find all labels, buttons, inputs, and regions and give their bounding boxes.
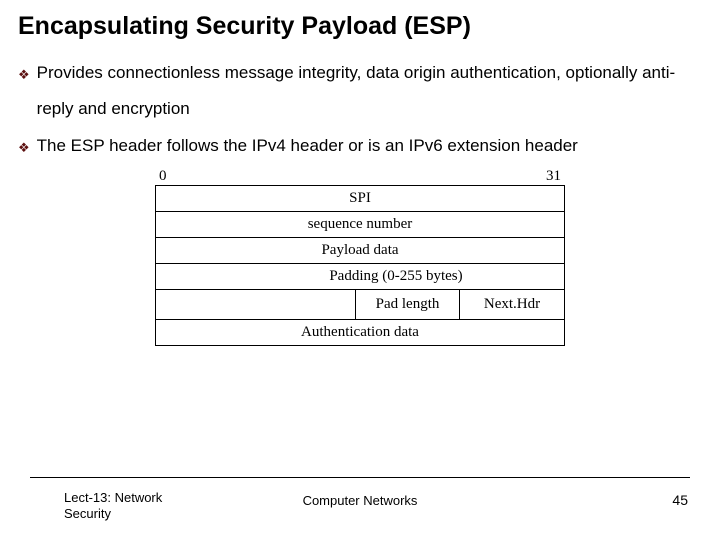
bit-labels: 0 31 — [155, 168, 565, 185]
diamond-icon: ❖ — [18, 134, 30, 161]
esp-header-diagram: 0 31 SPI sequence number Payload data Pa… — [155, 168, 565, 346]
footer-page: 45 — [672, 492, 688, 508]
row-padding: Padding (0-255 bytes) — [156, 263, 564, 289]
footer-center: Computer Networks — [0, 493, 720, 508]
next-hdr-cell: Next.Hdr — [460, 290, 564, 319]
padding-cell: Padding (0-255 bytes) — [228, 264, 564, 289]
bullet-text: The ESP header follows the IPv4 header o… — [37, 128, 702, 164]
row-authdata: Authentication data — [156, 319, 564, 345]
bullet-item: ❖ The ESP header follows the IPv4 header… — [18, 128, 702, 164]
footer-rule — [30, 477, 690, 478]
row-spi: SPI — [156, 186, 564, 211]
bullet-text: Provides connectionless message integrit… — [37, 55, 702, 126]
footer-left-line2: Security — [64, 506, 111, 521]
bullet-list: ❖ Provides connectionless message integr… — [18, 55, 702, 164]
diagram-box: SPI sequence number Payload data Padding… — [155, 185, 565, 346]
slide: Encapsulating Security Payload (ESP) ❖ P… — [0, 0, 720, 540]
row-payload: Payload data — [156, 237, 564, 263]
row-sequence: sequence number — [156, 211, 564, 237]
pad-length-cell: Pad length — [356, 290, 460, 319]
slide-title: Encapsulating Security Payload (ESP) — [18, 12, 702, 41]
row-padlen-nexthdr: Pad length Next.Hdr — [156, 289, 564, 319]
bit-start: 0 — [159, 168, 167, 185]
diamond-icon: ❖ — [18, 61, 30, 88]
padlen-offset — [156, 290, 356, 319]
bit-end: 31 — [546, 168, 561, 185]
bullet-item: ❖ Provides connectionless message integr… — [18, 55, 702, 126]
